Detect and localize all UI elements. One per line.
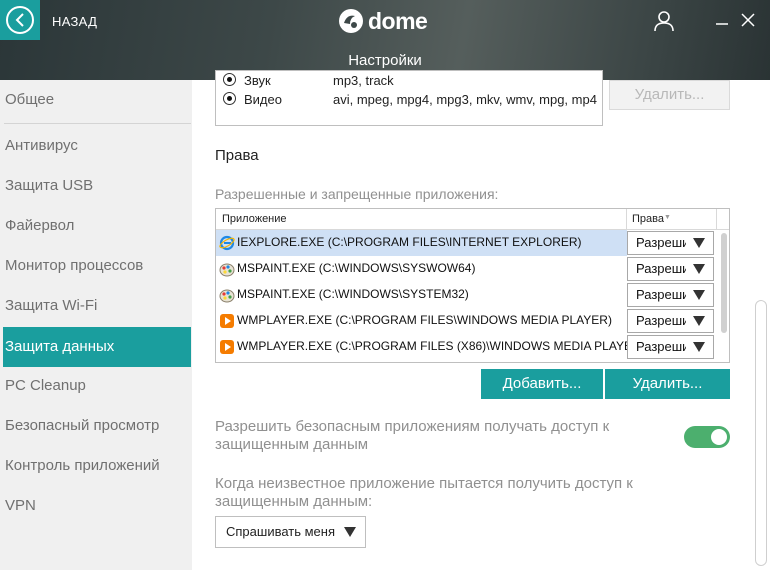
minimize-icon[interactable] <box>713 10 731 30</box>
app-path: WMPLAYER.EXE (C:\PROGRAM FILES\WINDOWS M… <box>237 313 612 327</box>
table-row[interactable]: MSPAINT.EXE (C:\WINDOWS\SYSTEM32) <box>216 282 627 308</box>
app-path: MSPAINT.EXE (C:\WINDOWS\SYSWOW64) <box>237 261 476 275</box>
sidebar-item-wifi-protection[interactable]: Защита Wi-Fi <box>0 286 192 326</box>
table-header: Приложение Права ▼ <box>216 209 729 230</box>
sidebar-item-firewall[interactable]: Файервол <box>0 206 192 246</box>
internet-explorer-icon <box>219 235 235 251</box>
permission-dropdown[interactable]: Разрешить <box>627 257 714 281</box>
sidebar: Общее Антивирус Защита USB Файервол Мони… <box>0 80 192 570</box>
radio-video[interactable] <box>223 92 236 105</box>
media-extensions: avi, mpeg, mpg4, mpg3, mkv, wmv, mpg, mp… <box>333 92 597 107</box>
dropdown-arrow-icon <box>693 316 705 326</box>
back-button[interactable] <box>0 0 40 40</box>
dropdown-arrow-icon <box>693 342 705 352</box>
header-bar: НАЗАД dome Настройки <box>0 0 770 80</box>
permission-dropdown[interactable]: Разрешить <box>627 231 714 255</box>
media-delete-button[interactable]: Удалить... <box>609 80 730 110</box>
mspaint-icon <box>219 263 235 277</box>
page-title: Настройки <box>348 52 422 69</box>
add-app-button[interactable]: Добавить... <box>481 369 603 399</box>
mspaint-icon <box>219 289 235 303</box>
media-extensions: mp3, track <box>333 73 394 88</box>
media-player-icon <box>220 340 234 354</box>
back-arrow-icon <box>6 6 34 34</box>
logo-text: dome <box>368 7 428 34</box>
rights-section-subtitle: Разрешенные и запрещенные приложения: <box>215 186 499 202</box>
column-header-rights[interactable]: Права ▼ <box>627 209 717 230</box>
delete-app-button[interactable]: Удалить... <box>605 369 730 399</box>
dropdown-arrow-icon <box>693 290 705 300</box>
unknown-app-value: Спрашивать меня <box>226 524 336 539</box>
table-row[interactable]: IEXPLORE.EXE (C:\PROGRAM FILES\INTERNET … <box>216 230 627 256</box>
column-header-app[interactable]: Приложение <box>216 209 627 230</box>
media-name: Видео <box>244 92 282 107</box>
permission-dropdown[interactable]: Разрешить <box>627 283 714 307</box>
table-scrollbar-thumb[interactable] <box>721 233 727 333</box>
table-row[interactable]: MSPAINT.EXE (C:\WINDOWS\SYSWOW64) <box>216 256 627 282</box>
close-icon[interactable] <box>739 10 757 30</box>
dropdown-arrow-icon <box>693 264 705 274</box>
media-types-list: Звук mp3, track Видео avi, mpeg, mpg4, m… <box>215 70 603 126</box>
sidebar-item-usb-protection[interactable]: Защита USB <box>0 166 192 206</box>
permission-dropdown[interactable]: Разрешить <box>627 309 714 333</box>
sidebar-item-app-control[interactable]: Контроль приложений <box>0 446 192 486</box>
dropdown-arrow-icon <box>693 238 705 248</box>
sort-indicator-icon: ▼ <box>664 214 671 221</box>
sidebar-item-safe-browsing[interactable]: Безопасный просмотр <box>0 406 192 446</box>
back-label[interactable]: НАЗАД <box>52 14 97 29</box>
media-name: Звук <box>244 73 271 88</box>
apps-table: Приложение Права ▼ IEXPLORE.EXE (C:\PROG… <box>215 208 730 363</box>
table-row[interactable]: WMPLAYER.EXE (C:\PROGRAM FILES\WINDOWS M… <box>216 308 627 334</box>
sidebar-item-process-monitor[interactable]: Монитор процессов <box>0 246 192 286</box>
allow-safe-apps-label: Разрешить безопасным приложениям получат… <box>215 418 610 453</box>
main-scrollbar-thumb[interactable] <box>755 300 767 566</box>
user-account-icon[interactable] <box>652 9 676 33</box>
app-path: WMPLAYER.EXE (C:\PROGRAM FILES (X86)\WIN… <box>237 339 645 353</box>
sidebar-item-vpn[interactable]: VPN <box>0 486 192 526</box>
app-path: MSPAINT.EXE (C:\WINDOWS\SYSTEM32) <box>237 287 469 301</box>
sidebar-item-general[interactable]: Общее <box>0 80 192 120</box>
unknown-app-label: Когда неизвестное приложение пытается по… <box>215 475 633 510</box>
dropdown-arrow-icon <box>344 527 356 537</box>
sidebar-item-data-protection[interactable]: Защита данных <box>3 327 191 367</box>
column-header-rights-label: Права <box>632 213 664 225</box>
app-path: IEXPLORE.EXE (C:\PROGRAM FILES\INTERNET … <box>237 235 582 249</box>
dome-logo-icon <box>339 9 363 33</box>
allow-safe-apps-toggle[interactable] <box>684 426 730 448</box>
sidebar-divider <box>4 123 191 124</box>
table-row[interactable]: WMPLAYER.EXE (C:\PROGRAM FILES (X86)\WIN… <box>216 334 645 360</box>
app-logo: dome <box>338 6 428 36</box>
rights-section-title: Права <box>215 147 259 164</box>
radio-sound[interactable] <box>223 73 236 86</box>
sidebar-item-antivirus[interactable]: Антивирус <box>0 126 192 166</box>
unknown-app-dropdown[interactable]: Спрашивать меня <box>215 516 366 548</box>
sidebar-item-pc-cleanup[interactable]: PC Cleanup <box>0 366 192 406</box>
permission-dropdown[interactable]: Разрешить <box>627 335 714 359</box>
media-player-icon <box>220 314 234 328</box>
toggle-knob <box>711 429 727 445</box>
